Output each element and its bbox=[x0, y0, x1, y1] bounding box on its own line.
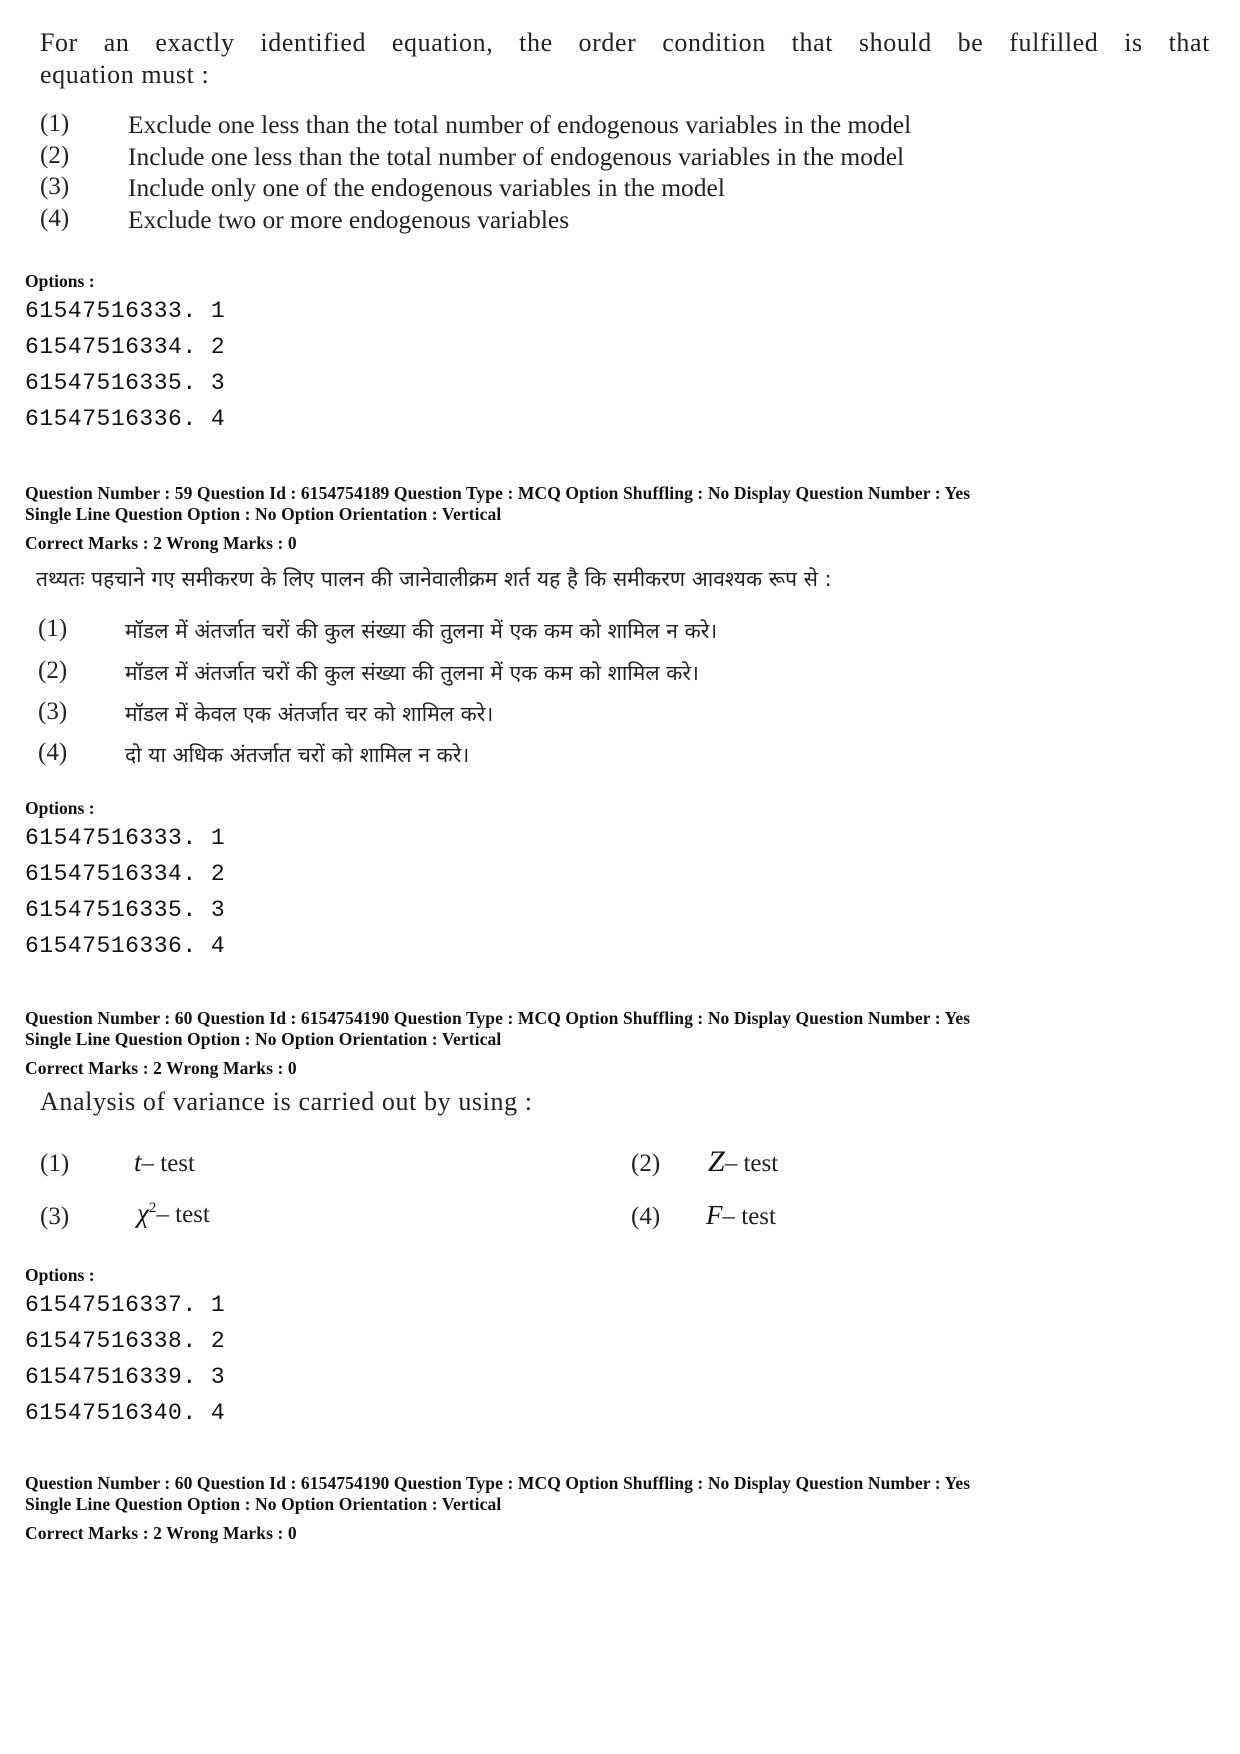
choice-suffix: – test bbox=[724, 1150, 779, 1177]
math-superscript: 2 bbox=[148, 1199, 157, 1216]
choice-number: (1) bbox=[40, 110, 70, 137]
choice-suffix: – test bbox=[722, 1203, 776, 1230]
choice-number: (3) bbox=[40, 1203, 70, 1230]
option-id: 61547516334. 2 bbox=[25, 334, 226, 360]
choice-text: मॉडल में अंतर्जात चरों की कुल संख्या की … bbox=[125, 661, 699, 685]
option-id: 61547516339. 3 bbox=[25, 1364, 226, 1390]
option-id: 61547516336. 4 bbox=[25, 933, 226, 959]
choice-text: दो या अधिक अंतर्जात चरों को शामिल न करे। bbox=[125, 743, 470, 767]
math-symbol: Z bbox=[708, 1145, 725, 1178]
choice-number: (3) bbox=[38, 698, 68, 725]
choice-number: (4) bbox=[631, 1203, 661, 1230]
choice-number: (3) bbox=[40, 173, 70, 200]
choice-number: (2) bbox=[40, 142, 70, 169]
question-meta-line2: Single Line Question Option : No Option … bbox=[25, 504, 502, 524]
marks-line: Correct Marks : 2 Wrong Marks : 0 bbox=[25, 1058, 297, 1078]
question-stem-line1: For an exactly identified equation, the … bbox=[40, 28, 1210, 57]
option-id: 61547516335. 3 bbox=[25, 897, 226, 923]
math-symbol: F bbox=[706, 1200, 723, 1230]
choice-text: मॉडल में केवल एक अंतर्जात चर को शामिल कर… bbox=[125, 702, 494, 726]
choice-text: t– test bbox=[134, 1147, 195, 1178]
question-meta-line1: Question Number : 60 Question Id : 61547… bbox=[25, 1473, 971, 1493]
choice-text: Exclude two or more endogenous variables bbox=[128, 205, 570, 234]
choice-number: (2) bbox=[631, 1150, 661, 1177]
choice-suffix: – test bbox=[156, 1201, 210, 1228]
option-id: 61547516333. 1 bbox=[25, 298, 226, 324]
choice-text: Include only one of the endogenous varia… bbox=[128, 173, 725, 202]
option-id: 61547516337. 1 bbox=[25, 1292, 226, 1318]
choice-text: मॉडल में अंतर्जात चरों की कुल संख्या की … bbox=[125, 619, 718, 643]
option-id: 61547516333. 1 bbox=[25, 825, 226, 851]
options-label: Options : bbox=[25, 271, 95, 291]
option-id: 61547516338. 2 bbox=[25, 1328, 226, 1354]
question-meta-line2: Single Line Question Option : No Option … bbox=[25, 1494, 502, 1514]
question-stem-line2: equation must : bbox=[40, 60, 210, 89]
choice-number: (4) bbox=[38, 739, 68, 766]
marks-line: Correct Marks : 2 Wrong Marks : 0 bbox=[25, 1523, 297, 1543]
marks-line: Correct Marks : 2 Wrong Marks : 0 bbox=[25, 533, 297, 553]
choice-text: Z– test bbox=[708, 1145, 778, 1179]
choice-text: Include one less than the total number o… bbox=[128, 142, 905, 171]
choice-text: χ2– test bbox=[137, 1198, 210, 1229]
question-meta-line2: Single Line Question Option : No Option … bbox=[25, 1029, 502, 1049]
options-label: Options : bbox=[25, 1265, 95, 1285]
choice-number: (1) bbox=[38, 615, 68, 642]
math-symbol: χ bbox=[137, 1198, 149, 1228]
choice-number: (1) bbox=[40, 1150, 70, 1177]
options-label: Options : bbox=[25, 798, 95, 818]
option-id: 61547516334. 2 bbox=[25, 861, 226, 887]
choice-suffix: – test bbox=[141, 1150, 195, 1177]
option-id: 61547516336. 4 bbox=[25, 406, 226, 432]
choice-text: Exclude one less than the total number o… bbox=[128, 110, 912, 139]
question-meta-line1: Question Number : 59 Question Id : 61547… bbox=[25, 483, 971, 503]
question-meta-line1: Question Number : 60 Question Id : 61547… bbox=[25, 1008, 971, 1028]
option-id: 61547516335. 3 bbox=[25, 370, 226, 396]
math-symbol: t bbox=[134, 1147, 142, 1177]
option-id: 61547516340. 4 bbox=[25, 1400, 226, 1426]
question-stem: Analysis of variance is carried out by u… bbox=[40, 1087, 533, 1116]
choice-number: (2) bbox=[38, 657, 68, 684]
choice-text: F– test bbox=[706, 1200, 776, 1231]
question-stem-hindi: तथ्यतः पहचाने गए समीकरण के लिए पालन की ज… bbox=[36, 567, 832, 591]
choice-number: (4) bbox=[40, 205, 70, 232]
